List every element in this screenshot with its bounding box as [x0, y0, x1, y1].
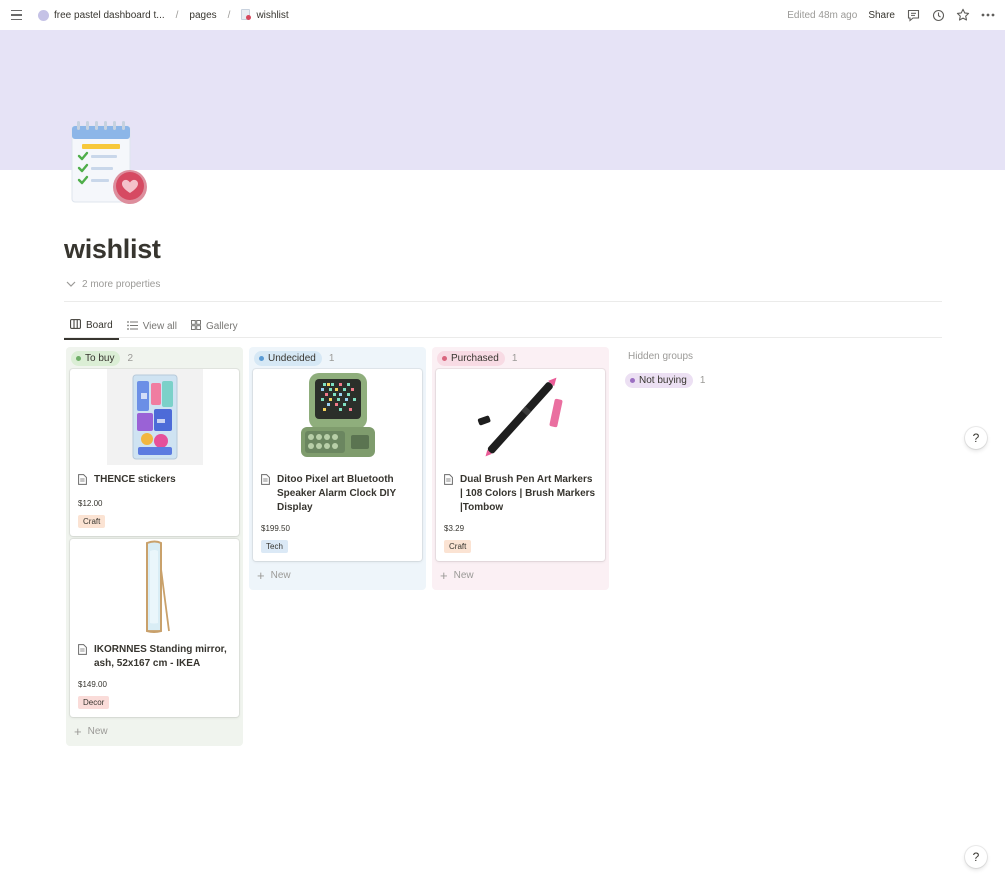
- workspace-icon: [38, 9, 49, 21]
- card-price: $199.50: [261, 524, 290, 533]
- tab-label: View all: [142, 321, 177, 332]
- column-count: 1: [699, 375, 706, 386]
- document-icon: [78, 474, 88, 490]
- new-card-button[interactable]: + New: [436, 564, 605, 586]
- divider: [64, 301, 942, 302]
- comments-icon[interactable]: [906, 8, 920, 22]
- new-label: New: [453, 570, 474, 581]
- wishlist-page-icon: [241, 9, 252, 21]
- column-header: Purchased 1: [436, 347, 605, 369]
- board-column-purchased: Purchased 1 Dual Brush Pen Art Markers |…: [432, 347, 609, 590]
- new-label: New: [87, 726, 108, 737]
- gallery-icon: [190, 320, 201, 333]
- status-pill[interactable]: Not buying: [625, 373, 693, 388]
- topbar-actions: Edited 48m ago Share: [787, 8, 995, 22]
- more-properties-toggle[interactable]: 2 more properties: [66, 279, 160, 290]
- card-title: Ditoo Pixel art Bluetooth Speaker Alarm …: [277, 474, 396, 513]
- chevron-down-icon: [66, 279, 76, 290]
- standing-mirror-image: [70, 539, 239, 635]
- page-title[interactable]: wishlist: [64, 234, 161, 265]
- sidebar-menu-icon[interactable]: [10, 7, 26, 23]
- column-header: Undecided 1: [253, 347, 422, 369]
- card-title: IKORNNES Standing mirror, ash, 52x167 cm…: [94, 644, 227, 669]
- status-dot: [630, 378, 635, 383]
- history-icon[interactable]: [931, 8, 945, 22]
- new-label: New: [270, 570, 291, 581]
- breadcrumb: free pastel dashboard t... / pages / wis…: [38, 9, 289, 21]
- new-card-button[interactable]: + New: [70, 720, 239, 742]
- card-price: $3.29: [444, 524, 465, 533]
- breadcrumb-workspace[interactable]: free pastel dashboard t...: [54, 10, 165, 21]
- wishlist-card[interactable]: IKORNNES Standing mirror, ash, 52x167 cm…: [70, 539, 239, 717]
- status-pill[interactable]: To buy: [71, 350, 121, 366]
- status-dot: [76, 355, 81, 361]
- category-tag: Craft: [444, 540, 472, 553]
- status-dot: [259, 355, 264, 361]
- document-icon: [78, 644, 88, 671]
- document-icon: [444, 474, 454, 515]
- more-options-icon[interactable]: [981, 8, 995, 22]
- share-button[interactable]: Share: [868, 10, 895, 21]
- help-button[interactable]: ?: [965, 427, 987, 449]
- board-column-to-buy: To buy 2 THENCE stickers $12.00 Craft IK…: [66, 347, 243, 746]
- more-properties-label: 2 more properties: [82, 279, 161, 290]
- topbar: free pastel dashboard t... / pages / wis…: [0, 0, 1005, 30]
- column-header: To buy 2: [70, 347, 239, 369]
- pixel-speaker-image: [253, 369, 422, 465]
- wishlist-card[interactable]: THENCE stickers $12.00 Craft: [70, 369, 239, 536]
- category-tag: Decor: [78, 696, 110, 709]
- status-label: Purchased: [451, 352, 499, 364]
- status-label: Not buying: [639, 375, 687, 386]
- breadcrumb-separator: /: [227, 9, 231, 21]
- status-label: Undecided: [268, 352, 316, 364]
- category-tag: Tech: [261, 540, 288, 553]
- tab-label: Gallery: [205, 321, 238, 332]
- column-count: 1: [328, 352, 335, 364]
- card-price: $12.00: [78, 499, 103, 508]
- wishlist-card[interactable]: Dual Brush Pen Art Markers | 108 Colors …: [436, 369, 605, 561]
- divider: [64, 337, 942, 338]
- hidden-groups-label: Hidden groups: [628, 351, 694, 362]
- category-tag: Craft: [78, 515, 106, 528]
- status-pill[interactable]: Purchased: [437, 350, 505, 366]
- column-count: 1: [511, 352, 518, 364]
- column-count: 2: [127, 352, 134, 364]
- plus-icon: +: [257, 567, 265, 583]
- card-title: Dual Brush Pen Art Markers | 108 Colors …: [460, 474, 596, 513]
- board-column-undecided: Undecided 1 Ditoo Pixel art Bluetooth Sp…: [249, 347, 426, 590]
- status-dot: [442, 355, 447, 361]
- status-label: To buy: [85, 352, 115, 364]
- help-button[interactable]: ?: [965, 846, 987, 868]
- status-pill[interactable]: Undecided: [254, 350, 322, 366]
- card-price: $149.00: [78, 680, 107, 689]
- board-icon: [70, 319, 81, 332]
- list-icon: [126, 320, 138, 333]
- plus-icon: +: [440, 567, 448, 583]
- edited-status: Edited 48m ago: [787, 9, 858, 21]
- plus-icon: +: [74, 723, 82, 739]
- document-icon: [261, 474, 271, 515]
- favorite-star-icon[interactable]: [956, 8, 970, 22]
- breadcrumb-separator: /: [175, 9, 179, 21]
- sticker-pack-image: [70, 369, 239, 465]
- wishlist-card[interactable]: Ditoo Pixel art Bluetooth Speaker Alarm …: [253, 369, 422, 561]
- tab-label: Board: [86, 320, 113, 331]
- breadcrumb-pages[interactable]: pages: [189, 10, 216, 21]
- breadcrumb-current[interactable]: wishlist: [256, 10, 288, 21]
- notepad-heart-icon[interactable]: [66, 118, 152, 210]
- new-card-button[interactable]: + New: [253, 564, 422, 586]
- card-title: THENCE stickers: [94, 474, 176, 485]
- hidden-group-not-buying[interactable]: Not buying 1: [625, 373, 705, 388]
- brush-pen-image: [436, 369, 605, 465]
